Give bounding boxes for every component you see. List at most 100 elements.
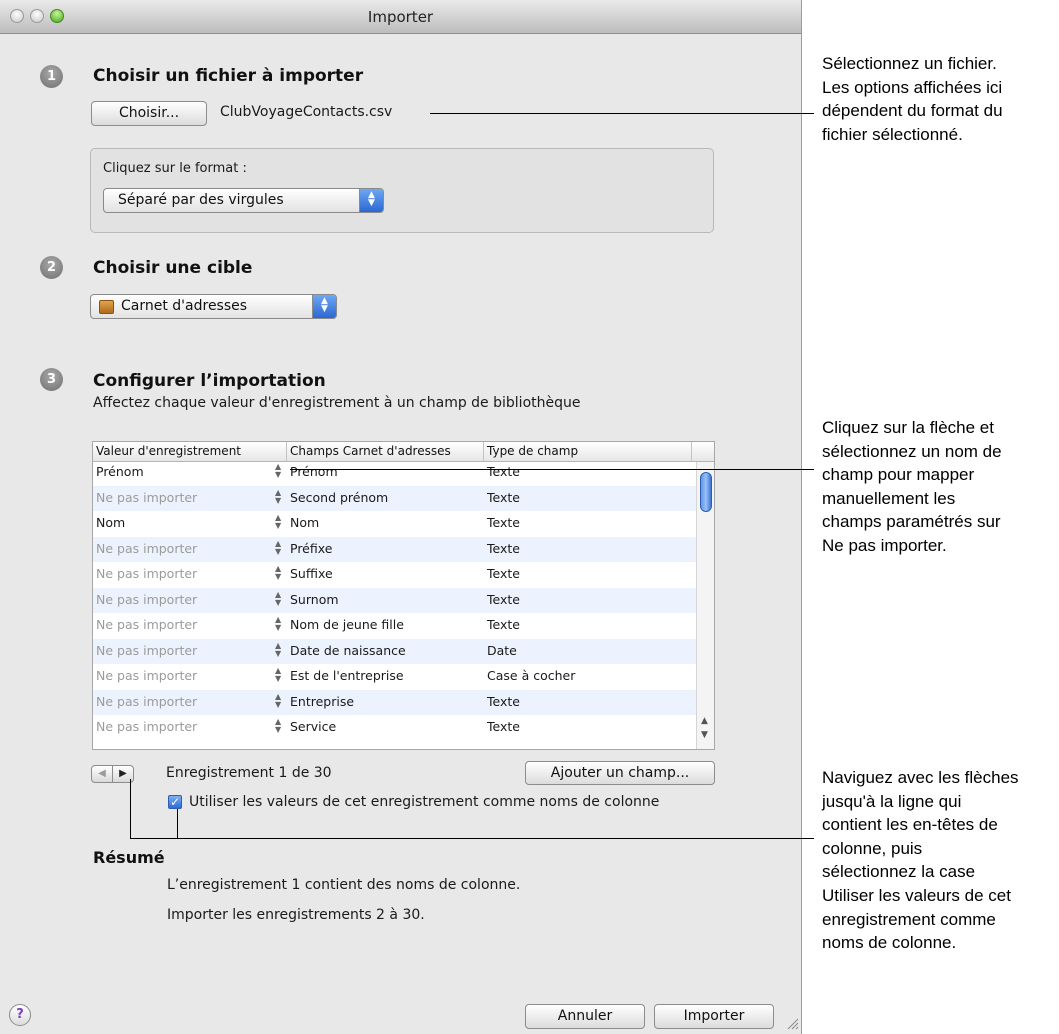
summary-title: Résumé [93, 848, 165, 867]
format-popup[interactable]: Séparé par des virgules ▲ ▼ [103, 188, 384, 213]
table-scrollbar[interactable]: ▲ ▼ [696, 462, 714, 749]
field-name-cell[interactable]: Nom de jeune fille [290, 617, 404, 632]
popup-arrows-icon: ▲ ▼ [312, 295, 336, 318]
step-2-badge: 2 [40, 256, 63, 279]
target-popup[interactable]: Carnet d'adresses ▲ ▼ [90, 294, 337, 319]
table-row[interactable]: Nom ▲ ▼ Nom Texte [93, 511, 696, 537]
field-type-cell: Date [487, 642, 517, 658]
field-name-cell[interactable]: Second prénom [290, 490, 388, 505]
step-3-badge: 3 [40, 368, 63, 391]
field-name-cell[interactable]: Suffixe [290, 566, 333, 581]
column-divider [286, 442, 287, 461]
field-stepper-icon[interactable]: ▲ ▼ [275, 539, 281, 556]
table-row[interactable]: Ne pas importer ▲ ▼ Surnom Texte [93, 587, 696, 613]
field-type-cell: Texte [487, 719, 520, 734]
field-stepper-icon[interactable]: ▲ ▼ [275, 590, 281, 607]
annotation-line: Les options affichées ici [822, 77, 1003, 97]
field-stepper-icon[interactable]: ▲ ▼ [275, 463, 281, 479]
field-stepper-icon[interactable]: ▲ ▼ [275, 641, 281, 658]
field-type-cell: Texte [487, 591, 520, 607]
field-name-cell[interactable]: Est de l'entreprise [290, 668, 404, 683]
table-row[interactable]: Prénom ▲ ▼ Prénom Texte [93, 462, 696, 486]
field-type-cell: Texte [487, 489, 520, 505]
table-row[interactable]: Ne pas importer ▲ ▼ Date de naissance Date [93, 638, 696, 664]
column-header[interactable]: Type de champ [487, 444, 578, 458]
target-popup-value: Carnet d'adresses [121, 298, 248, 314]
resize-grip-icon[interactable] [785, 1016, 799, 1030]
record-value-cell: Ne pas importer [96, 540, 198, 556]
table-row[interactable]: Ne pas importer ▲ ▼ Entreprise Texte [93, 689, 696, 715]
annotation-line: fichier sélectionné. [822, 124, 963, 144]
field-type-cell: Case à cocher [487, 668, 576, 683]
field-name-cell[interactable]: Date de naissance [290, 643, 406, 658]
field-name-cell[interactable]: Surnom [290, 592, 339, 607]
field-stepper-icon[interactable]: ▲ ▼ [275, 616, 281, 632]
annotation-line: sélectionnez un nom de [822, 441, 1002, 461]
annotation-line: Sélectionnez un fichier. [822, 54, 997, 73]
annotation-line: manuellement les [822, 488, 956, 508]
annotation-line: Naviguez avec les flèches [822, 768, 1019, 787]
leader-line-nav-vertical [130, 779, 131, 839]
annotation-line: Utiliser les valeurs de cet [822, 885, 1011, 905]
add-field-button[interactable]: Ajouter un champ... [525, 761, 715, 785]
field-stepper-icon[interactable]: ▲ ▼ [275, 718, 281, 734]
field-type-cell: Texte [487, 566, 520, 581]
field-stepper-icon[interactable]: ▲ ▼ [275, 514, 281, 530]
annotation-line: Ne pas importer. [822, 535, 947, 555]
column-header[interactable]: Valeur d'enregistrement [96, 444, 241, 458]
step-2-title: Choisir une cible [93, 258, 253, 278]
leader-line-navigate [130, 838, 814, 839]
table-row[interactable]: Ne pas importer ▲ ▼ Service Texte [93, 715, 696, 741]
leader-line-mapping [290, 469, 814, 470]
table-row[interactable]: Ne pas importer ▲ ▼ Second prénom Texte [93, 485, 696, 511]
field-stepper-icon[interactable]: ▲ ▼ [275, 692, 281, 709]
file-name: ClubVoyageContacts.csv [220, 104, 393, 120]
leader-line-checkbox-vertical [177, 809, 178, 839]
annotation-line: champs paramétrés sur [822, 512, 1001, 532]
field-name-cell[interactable]: Nom [290, 515, 319, 530]
annotation-line: Cliquez sur la flèche et [822, 418, 994, 437]
field-stepper-icon[interactable]: ▲ ▼ [275, 667, 281, 683]
step-3-subtitle: Affectez chaque valeur d'enregistrement … [93, 395, 581, 411]
table-row[interactable]: Ne pas importer ▲ ▼ Suffixe Texte [93, 562, 696, 588]
mapping-table: Valeur d'enregistrement Champs Carnet d'… [92, 441, 715, 750]
field-stepper-icon[interactable]: ▲ ▼ [275, 488, 281, 505]
previous-record-button[interactable]: ◀ [91, 765, 113, 783]
import-button[interactable]: Importer [654, 1004, 774, 1029]
table-row[interactable]: Ne pas importer ▲ ▼ Est de l'entreprise Case… [93, 664, 696, 690]
field-type-cell: Texte [487, 617, 520, 632]
column-header[interactable]: Champs Carnet d'adresses [290, 444, 451, 458]
column-divider [691, 442, 692, 461]
field-name-cell[interactable]: Entreprise [290, 694, 354, 709]
record-value-cell: Ne pas importer [96, 489, 198, 505]
field-name-cell[interactable]: Service [290, 719, 336, 734]
record-value-cell: Ne pas importer [96, 719, 198, 734]
cancel-button[interactable]: Annuler [525, 1004, 645, 1029]
scroll-down-arrow-icon[interactable]: ▼ [701, 730, 708, 740]
scroll-up-arrow-icon[interactable]: ▲ [701, 716, 708, 726]
record-value-cell: Ne pas importer [96, 617, 198, 632]
field-name-cell[interactable]: Préfixe [290, 541, 332, 556]
choose-file-button[interactable]: Choisir... [91, 101, 207, 126]
help-button[interactable]: ? [9, 1004, 31, 1026]
step-1-title: Choisir un fichier à importer [93, 66, 364, 86]
leader-line-file [430, 113, 814, 114]
use-as-headers-checkbox[interactable]: ✓ [168, 795, 182, 809]
annotation-line: contient les en-têtes de [822, 815, 998, 835]
record-value-cell: Ne pas importer [96, 566, 198, 581]
step-3-title: Configurer l’importation [93, 371, 326, 391]
record-value-cell: Nom [96, 515, 126, 530]
table-row[interactable]: Ne pas importer ▲ ▼ Préfixe Texte [93, 536, 696, 562]
field-type-cell: Texte [487, 515, 520, 530]
table-row[interactable]: Ne pas importer ▲ ▼ Nom de jeune fille Texte [93, 613, 696, 639]
field-name-cell[interactable]: Prénom [290, 464, 338, 479]
annotation-navigate: Naviguez avec les flèches jusqu'à la lig… [822, 766, 1019, 955]
column-divider [483, 442, 484, 461]
annotation-file: Sélectionnez un fichier. Les options aff… [822, 52, 1003, 146]
window-title: Importer [367, 8, 434, 26]
record-value-cell: Ne pas importer [96, 693, 198, 709]
field-stepper-icon[interactable]: ▲ ▼ [275, 565, 281, 581]
scrollbar-thumb[interactable] [700, 472, 712, 512]
format-popup-value: Séparé par des virgules [118, 192, 284, 208]
record-counter: Enregistrement 1 de 30 [166, 765, 332, 781]
